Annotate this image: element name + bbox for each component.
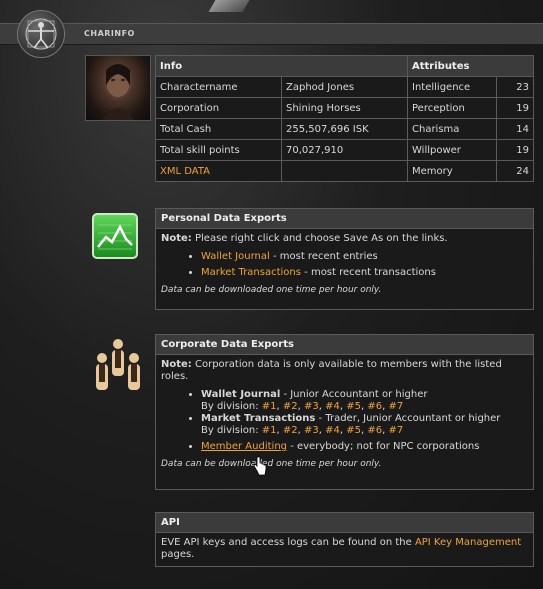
division-link[interactable]: #1 xyxy=(262,401,277,412)
page-title: CHARINFO xyxy=(84,29,135,38)
corporate-exports-panel: Corporate Data Exports Note: Corporation… xyxy=(155,334,534,490)
division-link[interactable]: #6 xyxy=(367,401,382,412)
api-text: pages. xyxy=(161,549,195,560)
wallet-journal-link[interactable]: Wallet Journal xyxy=(201,251,270,262)
api-key-management-link[interactable]: API Key Management xyxy=(415,537,521,548)
division-link[interactable]: #3 xyxy=(304,401,319,412)
division-link[interactable]: #6 xyxy=(367,425,382,436)
row-value xyxy=(281,160,408,182)
ship-graphic xyxy=(208,0,250,12)
personal-exports-panel: Personal Data Exports Note: Please right… xyxy=(155,208,534,310)
item-description: - Junior Accountant or higher xyxy=(280,389,428,400)
chart-icon xyxy=(92,213,138,259)
row-label: Total Cash xyxy=(155,118,282,140)
note-text: Corporation data is only available to me… xyxy=(161,359,502,382)
attribute-name: Charisma xyxy=(407,118,497,140)
division-label: By division: xyxy=(201,425,259,436)
table-row: XML DATA Memory 24 xyxy=(155,160,534,182)
table-row: Total Cash 255,507,696 ISK Charisma 14 xyxy=(155,118,534,140)
panel-title: API xyxy=(156,513,533,533)
row-value: 255,507,696 ISK xyxy=(281,118,408,140)
division-link[interactable]: #7 xyxy=(388,425,403,436)
division-link[interactable]: #4 xyxy=(325,401,340,412)
character-info-table: Info Attributes Charactername Zaphod Jon… xyxy=(155,55,534,182)
panel-title: Personal Data Exports xyxy=(156,209,533,229)
row-label: Corporation xyxy=(155,97,282,119)
panel-title: Corporate Data Exports xyxy=(156,335,533,355)
note-label: Note: xyxy=(161,359,192,370)
member-auditing-link[interactable]: Member Auditing xyxy=(201,441,287,452)
item-description: - everybody; not for NPC corporations xyxy=(287,441,480,452)
character-portrait xyxy=(85,55,151,121)
api-text: EVE API keys and access logs can be foun… xyxy=(161,537,415,548)
attributes-header: Attributes xyxy=(407,55,534,77)
footer-note: Data can be downloaded one time per hour… xyxy=(161,285,382,295)
api-panel: API EVE API keys and access logs can be … xyxy=(155,512,534,567)
attribute-value: 24 xyxy=(496,160,534,182)
note-label: Note: xyxy=(161,233,192,244)
info-header: Info xyxy=(155,55,408,77)
link-description: - most recent entries xyxy=(269,251,378,262)
item-description: - Trader, Junior Accountant or higher xyxy=(315,413,501,424)
people-icon xyxy=(92,338,144,394)
note-text: Please right click and choose Save As on… xyxy=(195,233,448,244)
division-link[interactable]: #7 xyxy=(388,401,403,412)
vitruvian-logo-icon xyxy=(17,10,65,58)
attribute-name: Intelligence xyxy=(407,76,497,98)
row-value: Zaphod Jones xyxy=(281,76,408,98)
attribute-value: 19 xyxy=(496,139,534,161)
row-label: Total skill points xyxy=(155,139,282,161)
link-description: - most recent transactions xyxy=(300,267,436,278)
attribute-value: 23 xyxy=(496,76,534,98)
attribute-name: Memory xyxy=(407,160,497,182)
market-transactions-link[interactable]: Market Transactions xyxy=(201,267,301,278)
division-link[interactable]: #5 xyxy=(346,425,361,436)
xml-data-link[interactable]: XML DATA xyxy=(155,160,282,182)
table-row: Charactername Zaphod Jones Intelligence … xyxy=(155,76,534,98)
footer-note: Data can be downloaded one time per hour… xyxy=(161,459,382,469)
hand-cursor-icon xyxy=(253,456,267,476)
attribute-value: 19 xyxy=(496,97,534,119)
division-link[interactable]: #2 xyxy=(283,401,298,412)
wallet-journal-title: Wallet Journal xyxy=(201,389,281,400)
division-link[interactable]: #1 xyxy=(262,425,277,436)
table-row: Total skill points 70,027,910 Willpower … xyxy=(155,139,534,161)
division-link[interactable]: #4 xyxy=(325,425,340,436)
market-transactions-title: Market Transactions xyxy=(201,413,316,424)
attribute-name: Willpower xyxy=(407,139,497,161)
division-link[interactable]: #5 xyxy=(346,401,361,412)
division-label: By division: xyxy=(201,401,259,412)
attribute-value: 14 xyxy=(496,118,534,140)
row-value: Shining Horses xyxy=(281,97,408,119)
division-link[interactable]: #2 xyxy=(283,425,298,436)
attribute-name: Perception xyxy=(407,97,497,119)
row-value: 70,027,910 xyxy=(281,139,408,161)
table-row: Corporation Shining Horses Perception 19 xyxy=(155,97,534,119)
title-bar: CHARINFO xyxy=(0,23,543,45)
division-link[interactable]: #3 xyxy=(304,425,319,436)
row-label: Charactername xyxy=(155,76,282,98)
